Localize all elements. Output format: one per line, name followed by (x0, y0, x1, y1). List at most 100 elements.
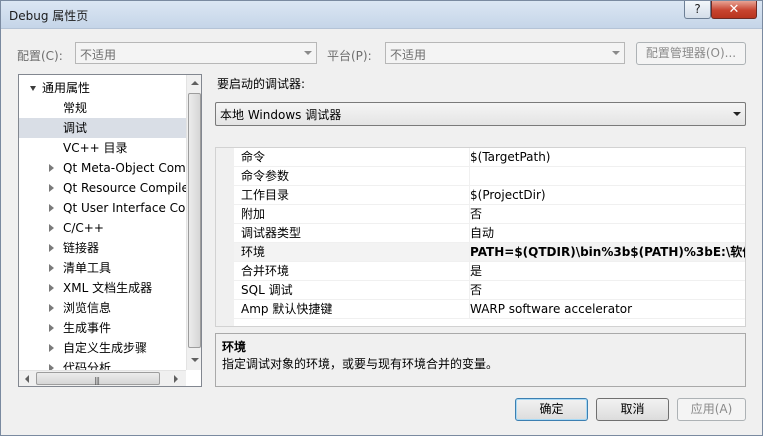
expand-closed-icon[interactable] (49, 284, 54, 292)
tree-horizontal-scrollbar[interactable]: ||| (19, 370, 186, 386)
config-select-value: 不适用 (80, 48, 117, 62)
tree-item[interactable]: Qt User Interface Compiler (19, 198, 186, 218)
expand-closed-icon[interactable] (49, 264, 54, 272)
tree-vertical-scrollbar[interactable] (186, 75, 201, 370)
description-panel: 环境 指定调试对象的环境，或要与现有环境合并的变量。 (215, 333, 746, 387)
property-value[interactable]: 是 (469, 262, 482, 280)
property-category-tree[interactable]: 通用属性常规调试 VC++ 目录 Qt Meta-Object Compiler Qt… (18, 74, 202, 387)
tree-item-label: 调试 (63, 121, 88, 135)
property-name: 环境 (241, 245, 266, 259)
scroll-left-icon[interactable] (25, 375, 29, 383)
property-name: Amp 默认快捷键 (241, 302, 333, 316)
scroll-up-icon[interactable] (191, 81, 199, 85)
expand-closed-icon[interactable] (49, 224, 54, 232)
tree-item[interactable]: VC++ 目录 (19, 138, 186, 158)
property-row[interactable]: 合并环境 是 (234, 262, 745, 281)
property-value[interactable] (469, 167, 470, 185)
tree-item-label: 常规 (63, 101, 88, 115)
cancel-button[interactable]: 取消 (596, 398, 669, 421)
tree-item-label: C/C++ (63, 221, 104, 235)
chevron-down-icon (733, 112, 741, 116)
tree-item[interactable]: 调试 (19, 118, 186, 138)
property-value[interactable]: $(ProjectDir) (469, 186, 546, 204)
tree-item-label: 链接器 (63, 241, 100, 255)
scroll-down-icon[interactable] (191, 358, 199, 362)
expand-closed-icon[interactable] (49, 164, 54, 172)
property-value[interactable]: $(TargetPath) (469, 148, 550, 166)
property-name: 合并环境 (241, 264, 290, 278)
property-row[interactable]: 命令参数 (234, 167, 745, 186)
expand-open-icon[interactable] (30, 86, 36, 91)
tree-item[interactable]: 通用属性 (19, 78, 186, 98)
property-row[interactable]: 命令 $(TargetPath) (234, 148, 745, 167)
config-manager-button[interactable]: 配置管理器(O)... (636, 42, 746, 65)
tree-item-label: Qt Resource Compiler (63, 181, 186, 195)
property-row[interactable]: 附加 否 (234, 205, 745, 224)
tree-item-label: Qt User Interface Compiler (63, 201, 186, 215)
property-value[interactable]: WARP software accelerator (469, 300, 632, 318)
debugger-label: 要启动的调试器: (217, 77, 306, 91)
property-value[interactable]: 否 (469, 281, 482, 299)
property-grid[interactable]: 命令 $(TargetPath) 命令参数 工作目录 $(ProjectDir) 附加否调… (215, 147, 746, 327)
help-icon: ? (694, 2, 701, 16)
help-button[interactable]: ? (684, 1, 711, 19)
chevron-down-icon (612, 51, 620, 55)
property-value[interactable]: 否 (469, 205, 482, 223)
platform-select[interactable]: 不适用 (385, 42, 625, 64)
property-name: 命令 (241, 150, 266, 164)
description-title: 环境 (222, 340, 247, 354)
tree-item[interactable]: Qt Meta-Object Compiler (19, 158, 186, 178)
expand-closed-icon[interactable] (49, 324, 54, 332)
scroll-right-icon[interactable] (174, 375, 178, 383)
close-icon: ✕ (728, 2, 740, 17)
expand-closed-icon[interactable] (49, 304, 54, 312)
property-value[interactable]: PATH=$(QTDIR)\bin%3b$(PATH)%3bE:\软件\办公 (469, 243, 745, 261)
tree-item[interactable]: 常规 (19, 98, 186, 118)
tree-item[interactable]: Qt Resource Compiler (19, 178, 186, 198)
platform-label: 平台(P): (327, 49, 372, 63)
tree-item[interactable]: 生成事件 (19, 318, 186, 338)
platform-select-value: 不适用 (390, 48, 427, 62)
tree-item-label: XML 文档生成器 (63, 281, 153, 295)
expand-closed-icon[interactable] (49, 244, 54, 252)
title-bar: Debug 属性页 ? ✕ (1, 1, 762, 29)
property-value[interactable]: 自动 (469, 224, 494, 242)
tree-item-label: 自定义生成步骤 (63, 341, 148, 355)
tree-item-label: VC++ 目录 (63, 141, 128, 155)
tree-item[interactable]: 清单工具 (19, 258, 186, 278)
property-name: 工作目录 (241, 188, 290, 202)
tree-item[interactable]: 浏览信息 (19, 298, 186, 318)
property-row[interactable]: SQL 调试 否 (234, 281, 745, 300)
debugger-select[interactable]: 本地 Windows 调试器 (215, 102, 746, 126)
property-name: 调试器类型 (241, 226, 302, 240)
property-pages-window: Debug 属性页 ? ✕ 配置(C): 不适用 平台(P): 不适用 配置管理… (0, 0, 763, 436)
close-button[interactable]: ✕ (711, 1, 757, 19)
tree-item-label: 通用属性 (42, 81, 91, 95)
expand-closed-icon[interactable] (49, 344, 54, 352)
property-row[interactable]: 工作目录 $(ProjectDir) (234, 186, 745, 205)
tree-item[interactable]: XML 文档生成器 (19, 278, 186, 298)
debugger-select-value: 本地 Windows 调试器 (220, 108, 342, 122)
scroll-thumb[interactable] (188, 93, 201, 348)
tree-item-label: 生成事件 (63, 321, 112, 335)
expand-closed-icon[interactable] (49, 184, 54, 192)
tree-item[interactable]: C/C++ (19, 218, 186, 238)
config-label: 配置(C): (17, 49, 63, 63)
property-row[interactable]: 调试器类型 自动 (234, 224, 745, 243)
property-row[interactable]: Amp 默认快捷键 WARP software accelerator (234, 300, 745, 319)
config-select[interactable]: 不适用 (75, 42, 317, 64)
property-name: SQL 调试 (241, 283, 293, 297)
grid-margin (216, 148, 234, 326)
scroll-thumb[interactable]: ||| (36, 372, 160, 385)
tree-item-label: 浏览信息 (63, 301, 112, 315)
tree-item[interactable]: 自定义生成步骤 (19, 338, 186, 358)
grip-icon: ||| (94, 376, 100, 385)
expand-closed-icon[interactable] (49, 204, 54, 212)
property-name: 附加 (241, 207, 266, 221)
apply-button[interactable]: 应用(A) (677, 398, 746, 421)
tree-item[interactable]: 链接器 (19, 238, 186, 258)
property-row[interactable]: 环境 PATH=$(QTDIR)\bin%3b$(PATH)%3bE:\软件\办公 (234, 243, 745, 262)
ok-button[interactable]: 确定 (515, 398, 588, 421)
chevron-down-icon (304, 51, 312, 55)
description-text: 指定调试对象的环境，或要与现有环境合并的变量。 (222, 357, 499, 371)
